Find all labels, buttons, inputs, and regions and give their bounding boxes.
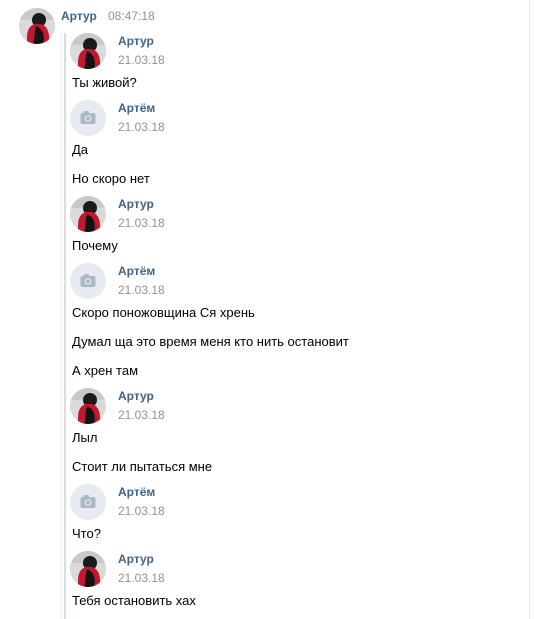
forwarded-date: 21.03.18 xyxy=(118,571,165,585)
forwarded-avatar[interactable] xyxy=(70,196,106,232)
message-text: Ты живой? xyxy=(72,75,137,90)
forwarded-message-header: Артём 21.03.18 xyxy=(70,100,510,144)
forwarded-date: 21.03.18 xyxy=(118,504,165,518)
message-text: Тебя остановить хах xyxy=(72,593,196,608)
forwarded-sender-name[interactable]: Артём xyxy=(118,101,155,115)
forwarded-message-header: Артём 21.03.18 xyxy=(70,263,510,307)
forwarded-date: 21.03.18 xyxy=(118,216,165,230)
message-text: Почему xyxy=(72,238,118,253)
forwarded-date: 21.03.18 xyxy=(118,120,165,134)
chat-right-border xyxy=(529,0,530,619)
forward-shadow xyxy=(61,33,62,619)
message-text: Что? xyxy=(72,526,101,541)
sender-name[interactable]: Артур xyxy=(61,9,97,23)
forwarded-sender-name[interactable]: Артём xyxy=(118,485,155,499)
message-text: Да xyxy=(72,142,89,157)
forwarded-avatar[interactable] xyxy=(70,388,106,424)
forwarded-sender-name[interactable]: Артур xyxy=(118,389,154,403)
forwarded-sender-name[interactable]: Артём xyxy=(118,264,155,278)
message-text: Думал ща это время меня кто нить останов… xyxy=(72,334,349,349)
forwarded-message-header: Артём 21.03.18 xyxy=(70,484,510,528)
forwarded-sender-name[interactable]: Артур xyxy=(118,197,154,211)
message-text: Скоро поножовщина Ся хрень xyxy=(72,305,255,320)
forwarded-date: 21.03.18 xyxy=(118,408,165,422)
forwarded-avatar[interactable] xyxy=(70,551,106,587)
message-text: А хрен там xyxy=(72,363,139,378)
forwarded-avatar[interactable] xyxy=(70,33,106,69)
camera-icon[interactable] xyxy=(70,100,106,136)
message-text: Лыл xyxy=(72,430,98,445)
forward-bar xyxy=(64,33,66,619)
forwarded-date: 21.03.18 xyxy=(118,53,165,67)
forwarded-message-header: Артур 21.03.18 xyxy=(70,388,510,432)
forwarded-message-header: Артур 21.03.18 xyxy=(70,33,510,77)
forwarded-sender-name[interactable]: Артур xyxy=(118,552,154,566)
message-text: Но скоро нет xyxy=(72,171,150,186)
camera-icon[interactable] xyxy=(70,484,106,520)
forwarded-date: 21.03.18 xyxy=(118,283,165,297)
forwarded-message-header: Артур 21.03.18 xyxy=(70,551,510,595)
message-text: Стоит ли пытаться мне xyxy=(72,459,213,474)
message-time[interactable]: 08:47:18 xyxy=(108,9,155,23)
camera-icon[interactable] xyxy=(70,263,106,299)
forwarded-message-header: Артур 21.03.18 xyxy=(70,196,510,240)
sender-avatar[interactable] xyxy=(19,8,55,44)
forwarded-sender-name[interactable]: Артур xyxy=(118,34,154,48)
